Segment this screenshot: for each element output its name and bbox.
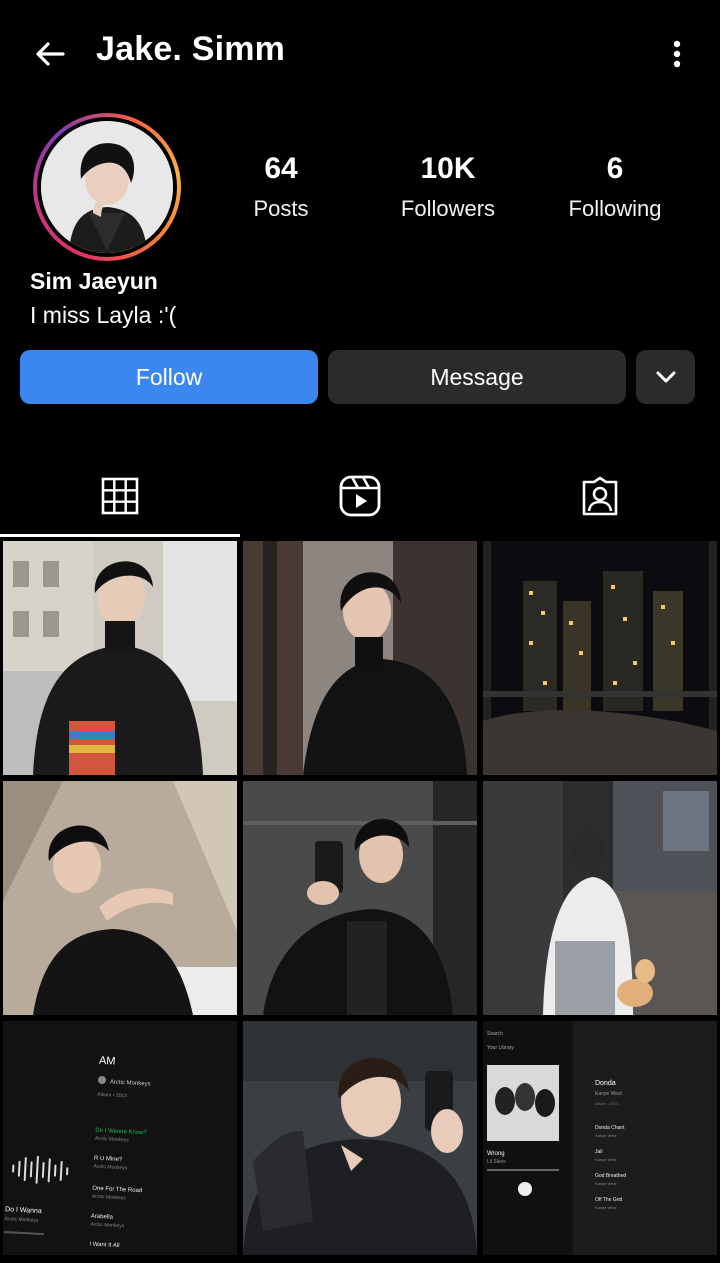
screen-album-meta: Album • 2021 xyxy=(595,1101,620,1106)
screen-artist: Kanye West xyxy=(595,1091,622,1097)
followers-label: Followers xyxy=(400,196,496,221)
display-name: Sim Jaeyun xyxy=(30,268,158,294)
post-tile-6[interactable] xyxy=(483,781,717,1015)
screen-track-2: Jail xyxy=(595,1149,603,1155)
track-title-4: Arabella xyxy=(91,1214,114,1221)
tab-reels[interactable] xyxy=(240,455,480,537)
tagged-user-icon xyxy=(582,476,618,516)
followers-count: 10K xyxy=(420,152,476,185)
screen-track-1: Donda Chant xyxy=(595,1125,625,1131)
screen-track-2-artist: Kanye West xyxy=(595,1157,617,1162)
grid-icon xyxy=(101,477,139,515)
post-tile-2[interactable] xyxy=(243,541,477,775)
screen-track-artist: Lil Skies xyxy=(487,1159,506,1165)
follow-button[interactable]: Follow xyxy=(20,350,318,404)
avatar-border xyxy=(37,117,177,257)
back-button[interactable] xyxy=(30,34,70,74)
post-tile-4[interactable] xyxy=(3,781,237,1015)
post-tile-1[interactable] xyxy=(3,541,237,775)
screen-track: Wrong xyxy=(487,1151,505,1157)
more-vertical-icon xyxy=(673,40,681,68)
post-tile-9[interactable]: Search Your Library Wrong Lil Skies Dond… xyxy=(483,1021,717,1255)
avatar xyxy=(41,121,173,253)
tab-tagged[interactable] xyxy=(480,455,720,537)
screen-track-3: God Breathed xyxy=(595,1173,626,1179)
bio-text: I miss Layla :'( xyxy=(30,302,177,328)
profile-tabs xyxy=(0,455,720,537)
following-label: Following xyxy=(568,196,662,221)
arrow-left-icon xyxy=(36,42,65,66)
posts-stat[interactable]: 64 Posts xyxy=(201,152,361,222)
tab-grid[interactable] xyxy=(0,455,240,537)
post-tile-5[interactable] xyxy=(243,781,477,1015)
profile-username: Jake. Simm xyxy=(96,30,286,68)
post-tile-8[interactable] xyxy=(243,1021,477,1255)
active-tab-indicator xyxy=(0,534,240,537)
album-title: AM xyxy=(99,1055,116,1068)
screen-track-1-artist: Kanye West xyxy=(595,1133,617,1138)
suggested-accounts-button[interactable] xyxy=(636,350,695,404)
story-ring[interactable] xyxy=(33,113,181,261)
message-button[interactable]: Message xyxy=(328,350,626,404)
screen-library: Your Library xyxy=(487,1045,514,1051)
posts-grid: AM Arctic Monkeys Album • 2013 Do I Wann… xyxy=(0,538,720,1263)
screen-track-3-artist: Kanye West xyxy=(595,1181,617,1186)
screen-album: Donda xyxy=(595,1080,616,1087)
chevron-down-icon xyxy=(656,371,675,383)
more-options-button[interactable] xyxy=(660,34,694,74)
reels-icon xyxy=(339,475,381,517)
top-bar: Jake. Simm xyxy=(0,0,720,106)
post-tile-3[interactable] xyxy=(483,541,717,775)
followers-stat[interactable]: 10K Followers xyxy=(368,152,528,222)
posts-count: 64 xyxy=(264,152,298,185)
screen-search: Search xyxy=(487,1031,503,1037)
screen-track-4: Off The Grid xyxy=(595,1197,623,1203)
screen-track-4-artist: Kanye West xyxy=(595,1205,617,1210)
post-tile-7[interactable]: AM Arctic Monkeys Album • 2013 Do I Wann… xyxy=(3,1021,237,1255)
following-stat[interactable]: 6 Following xyxy=(535,152,695,222)
following-count: 6 xyxy=(606,152,624,185)
posts-label: Posts xyxy=(253,196,309,221)
